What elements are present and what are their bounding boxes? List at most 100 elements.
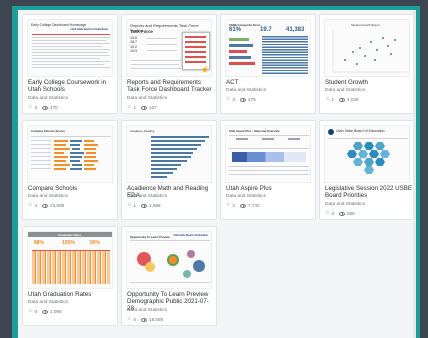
thumb-subheading: Task Force: [130, 29, 153, 34]
star-icon[interactable]: ☆: [325, 211, 329, 216]
star-icon[interactable]: ☆: [325, 97, 329, 102]
eye-icon: [240, 203, 247, 208]
card-author[interactable]: Data and Statistics: [127, 308, 167, 313]
star-count: 1: [133, 105, 137, 110]
view-count: 18,558: [149, 317, 164, 322]
viz-thumbnail[interactable]: Opportunity To Learn Preview Utah State …: [126, 231, 212, 289]
thumb-heading: Utah Aspire Plus - State and Overview: [229, 129, 280, 133]
view-count: 470: [50, 105, 58, 110]
view-count: 558: [347, 211, 355, 216]
card-author[interactable]: Data and Statistics: [325, 88, 365, 93]
viz-card[interactable]: Utah State Board of Education Legislativ…: [319, 120, 415, 220]
thumb-heading: Opportunity To Learn Preview: [130, 235, 170, 239]
viz-card[interactable]: Early College Dashboard Homepage Utah St…: [22, 14, 118, 114]
star-icon[interactable]: ☆: [28, 105, 32, 110]
star-icon[interactable]: ☆: [127, 317, 131, 322]
viz-thumbnail[interactable]: Utah State Board of Education: [324, 125, 410, 183]
eye-icon: [42, 105, 49, 110]
star-count: 2: [232, 203, 236, 208]
card-title[interactable]: Utah Graduation Rates: [28, 291, 116, 298]
view-count: 127: [149, 105, 157, 110]
viz-thumbnail[interactable]: Graduation Rates 88% 100% 90%: [27, 231, 113, 289]
scatter-plot: [332, 30, 407, 73]
card-title[interactable]: Reports and Requirements Task Force Dash…: [127, 79, 215, 93]
kpi-value: 90%: [90, 240, 101, 246]
card-author[interactable]: Data and Statistics: [226, 194, 266, 199]
card-stats: ☆ 2 7,740: [226, 203, 260, 209]
viz-thumbnail[interactable]: Compare Schools Scores: [27, 125, 113, 183]
card-stats: ☆ 3 470: [28, 105, 58, 111]
viz-card[interactable]: Student Growth Report Student Growth Dat…: [319, 14, 415, 114]
card-author[interactable]: Data and Statistics: [28, 300, 68, 305]
view-count: 476: [248, 97, 256, 102]
view-count: 7,740: [248, 203, 260, 208]
kpi-value: 100%: [62, 240, 75, 246]
usbe-logo-icon: [328, 129, 334, 135]
card-author[interactable]: Data and Statistics: [127, 96, 167, 101]
star-icon[interactable]: ☆: [28, 309, 32, 314]
card-author[interactable]: Data and Statistics: [28, 96, 68, 101]
eye-icon: [141, 203, 148, 208]
card-title[interactable]: Early College Coursework in Utah Schools: [28, 79, 116, 93]
viz-thumbnail[interactable]: Utah Aspire Plus - State and Overview: [225, 125, 311, 183]
star-count: 4: [34, 203, 38, 208]
card-stats: ☆ 0 18,558: [127, 317, 164, 323]
eye-icon: [141, 317, 148, 322]
thumb-heading: Early College Dashboard Homepage: [31, 23, 87, 27]
card-title[interactable]: ACT: [226, 79, 314, 86]
kpi-value: 19.7: [260, 27, 272, 33]
card-author[interactable]: Data and Statistics: [28, 194, 68, 199]
thumb-value: 19.9: [130, 49, 137, 54]
viz-card[interactable]: Opportunity To Learn Preview Utah State …: [121, 226, 217, 326]
star-icon[interactable]: ☆: [226, 97, 230, 102]
viz-card[interactable]: USBE Composite Score 61% 19.7 41,383 ACT…: [220, 14, 316, 114]
star-count: 0: [331, 211, 335, 216]
card-author[interactable]: Data and Statistics: [127, 194, 167, 199]
eye-icon: [339, 211, 346, 216]
viz-thumbnail[interactable]: Student Growth Report: [324, 19, 410, 77]
viz-thumbnail[interactable]: Early College Dashboard Homepage Utah St…: [27, 19, 113, 77]
star-icon[interactable]: ☆: [28, 203, 32, 208]
viz-thumbnail[interactable]: Acadience Reading: [126, 125, 212, 183]
viz-card[interactable]: Reports and Requirements Task Force Trac…: [121, 14, 217, 114]
card-stats: ☆ 1 127: [127, 105, 157, 111]
eye-icon: [141, 105, 148, 110]
viz-thumbnail[interactable]: Reports and Requirements Task Force Trac…: [126, 19, 212, 77]
view-count: 1,688: [149, 203, 161, 208]
star-icon[interactable]: ☆: [127, 105, 131, 110]
viz-card[interactable]: Acadience Reading Acadience Math and Rea…: [121, 120, 217, 220]
kpi-value: 41,383: [286, 27, 305, 33]
card-author[interactable]: Data and Statistics: [226, 88, 266, 93]
eye-icon: [42, 203, 49, 208]
view-count: 1,098: [50, 309, 62, 314]
thumb-heading: Utah State Board of Education: [336, 129, 385, 133]
card-title[interactable]: Compare Schools: [28, 185, 116, 192]
star-icon[interactable]: ☆: [226, 203, 230, 208]
card-stats: ☆ 4 23,809: [28, 203, 65, 209]
card-title[interactable]: Legislative Session 2022 USBE Board Prio…: [325, 185, 413, 199]
card-stats: ☆ 1 4,039: [325, 97, 359, 103]
star-count: 0: [133, 317, 137, 322]
thumb-logo: Utah State Board of Education: [70, 28, 108, 31]
viz-card[interactable]: Compare Schools Scores Compare Schools D…: [22, 120, 118, 220]
thumb-heading: Compare Schools Scores: [31, 129, 65, 133]
card-title[interactable]: Student Growth: [325, 79, 413, 86]
eye-icon: [42, 309, 49, 314]
viz-thumbnail[interactable]: USBE Composite Score 61% 19.7 41,383: [225, 19, 311, 77]
card-stats: ☆ 0 1,098: [28, 309, 62, 315]
cursor-icon: ☝: [201, 67, 209, 73]
viz-card[interactable]: Utah Aspire Plus - State and Overview Ut…: [220, 120, 316, 220]
star-icon[interactable]: ☆: [127, 203, 131, 208]
card-author[interactable]: Data and Statistics: [325, 202, 365, 207]
scrollbar[interactable]: [413, 10, 416, 338]
gallery-panel: Early College Dashboard Homepage Utah St…: [18, 10, 416, 338]
thumb-heading: Graduation Rates: [58, 232, 82, 237]
eye-icon: [339, 97, 346, 102]
view-count: 4,039: [347, 97, 359, 102]
star-count: 0: [34, 309, 38, 314]
card-title[interactable]: Utah Aspire Plus: [226, 185, 314, 192]
star-count: 3: [34, 105, 38, 110]
thumb-heading: Acadience Reading: [130, 129, 155, 133]
viz-card[interactable]: Graduation Rates 88% 100% 90% Utah Gradu…: [22, 226, 118, 326]
view-count: 23,809: [50, 203, 65, 208]
